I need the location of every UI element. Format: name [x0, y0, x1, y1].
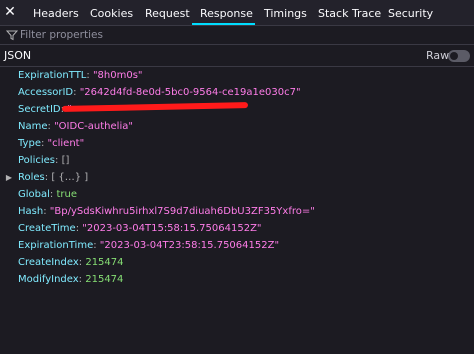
- json-value: 215474: [85, 274, 124, 285]
- tab-headers[interactable]: Headers: [33, 0, 79, 25]
- json-key: CreateTime: [18, 223, 76, 234]
- json-row-policies[interactable]: Policies: []: [18, 152, 69, 169]
- json-value: 215474: [85, 257, 124, 268]
- json-value: "2023-03-04T15:58:15.75064152Z": [82, 223, 262, 234]
- json-row-create-time[interactable]: CreateTime: "2023-03-04T15:58:15.7506415…: [18, 220, 262, 237]
- json-row-type[interactable]: Type: "client": [18, 135, 84, 152]
- json-row-roles[interactable]: ▶ Roles: [ {…} ]: [0, 169, 88, 186]
- active-tab-indicator: [192, 23, 255, 25]
- json-value: "2023-03-04T23:58:15.75064152Z": [99, 240, 280, 251]
- json-key: Global: [18, 189, 50, 200]
- json-key: Hash: [18, 206, 44, 217]
- json-key: ExpirationTTL: [18, 70, 87, 81]
- json-row-expiration-ttl[interactable]: ExpirationTTL: "8h0m0s": [18, 67, 143, 84]
- json-row-modify-index[interactable]: ModifyIndex: 215474: [18, 271, 123, 288]
- tab-request[interactable]: Request: [145, 0, 190, 25]
- filter-icon: [6, 30, 18, 41]
- json-key: Type: [18, 138, 41, 149]
- json-value: "8h0m0s": [92, 70, 143, 81]
- json-key: CreateIndex: [18, 257, 79, 268]
- json-mode-label: JSON: [4, 49, 32, 62]
- close-icon[interactable]: ✕: [2, 4, 18, 20]
- json-value: "2642d4fd-8e0d-5bc0-9564-ce19a1e030c7": [79, 87, 301, 98]
- tab-stack-trace[interactable]: Stack Trace: [318, 0, 381, 25]
- tab-cookies[interactable]: Cookies: [90, 0, 133, 25]
- raw-toggle-label: Raw: [426, 49, 450, 62]
- json-value: "Bp/ySdsKiwhru5irhxl7S9d7diuah6DbU3ZF35Y…: [49, 206, 315, 217]
- json-key: AccessorID: [18, 87, 74, 98]
- json-row-expiration-time[interactable]: ExpirationTime: "2023-03-04T23:58:15.750…: [18, 237, 279, 254]
- json-row-global[interactable]: Global: true: [18, 186, 77, 203]
- json-key: Name: [18, 121, 48, 132]
- json-value: []: [61, 155, 70, 166]
- redaction-mark: [61, 102, 249, 112]
- raw-toggle[interactable]: [448, 50, 470, 62]
- tab-security[interactable]: Security: [388, 0, 433, 25]
- json-key: Policies: [18, 155, 55, 166]
- tab-bar: ✕ Headers Cookies Request Response Timin…: [0, 0, 474, 26]
- json-row-hash[interactable]: Hash: "Bp/ySdsKiwhru5irhxl7S9d7diuah6DbU…: [18, 203, 315, 220]
- tab-response[interactable]: Response: [200, 0, 253, 25]
- json-key: SecretID: [18, 104, 61, 115]
- json-key: Roles: [18, 172, 45, 183]
- json-value: true: [56, 189, 77, 200]
- json-key: ExpirationTime: [18, 240, 94, 251]
- json-row-accessor-id[interactable]: AccessorID: "2642d4fd-8e0d-5bc0-9564-ce1…: [18, 84, 301, 101]
- json-row-name[interactable]: Name: "OIDC-authelia": [18, 118, 133, 135]
- json-value: "client": [47, 138, 85, 149]
- json-key: ModifyIndex: [18, 274, 79, 285]
- tab-timings[interactable]: Timings: [264, 0, 307, 25]
- response-toolbar: JSON Raw: [0, 45, 474, 67]
- raw-toggle-knob: [450, 52, 458, 60]
- filter-bar: [0, 26, 474, 45]
- filter-properties-input[interactable]: [20, 27, 440, 43]
- json-value: [ {…} ]: [51, 172, 89, 183]
- json-row-create-index[interactable]: CreateIndex: 215474: [18, 254, 124, 271]
- expand-triangle-icon[interactable]: ▶: [0, 169, 18, 186]
- json-value: "OIDC-authelia": [54, 121, 133, 132]
